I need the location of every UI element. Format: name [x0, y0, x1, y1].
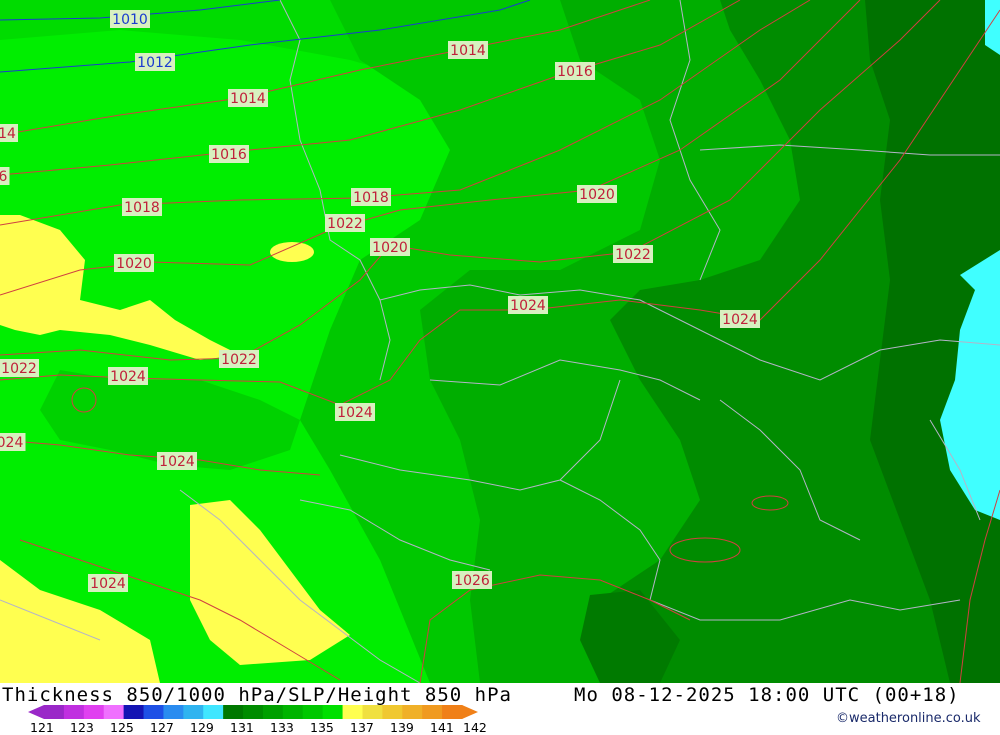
isobar-label: 1022 [219, 350, 259, 368]
isobar-label: 1018 [122, 198, 162, 216]
valid-time: Mo 08-12-2025 18:00 UTC (00+18) [574, 684, 960, 706]
legend-swatch [183, 705, 204, 719]
legend-swatch [262, 705, 284, 719]
isobar-label-text: 1022 [615, 247, 651, 263]
isobar-label-text: 1024 [110, 369, 146, 385]
legend-swatch [243, 705, 264, 719]
isobar-label-text: 1020 [579, 187, 615, 203]
isobar-label-text: 1024 [722, 312, 758, 328]
isobar-label-text: 1022 [327, 216, 363, 232]
legend-swatch [342, 705, 363, 719]
map-title: Thickness 850/1000 hPa/SLP/Height 850 hP… [2, 684, 512, 706]
legend-swatch [302, 705, 324, 719]
isobar-label-text: 1018 [353, 190, 389, 206]
isobar-label: 1024 [508, 296, 548, 314]
isobar-label-text: 1024 [90, 576, 126, 592]
isobar-label-text: 1012 [137, 55, 173, 71]
isobar-label: 1022 [325, 214, 365, 232]
isobar-label-text: 1022 [221, 352, 257, 368]
isobar-label-text: 024 [0, 435, 23, 451]
legend-swatch [103, 705, 125, 719]
isobar-label-text: 1014 [450, 43, 486, 59]
isobar-label: 1014 [228, 89, 268, 107]
isobar-label: 1020 [577, 185, 617, 203]
isobar-label: 1014 [448, 41, 488, 59]
isobar-label: 1024 [157, 452, 197, 470]
isobar-label-text: 1020 [116, 256, 152, 272]
isobar-label-text: 1026 [454, 573, 490, 589]
legend-swatch [44, 705, 65, 719]
isobar-label: 1020 [114, 254, 154, 272]
legend-color-bar [28, 705, 478, 719]
isobar-label: 1020 [370, 238, 410, 256]
legend-swatch [163, 705, 184, 719]
isobar-label: 1024 [108, 367, 148, 385]
legend-swatch [422, 705, 443, 719]
isobar-label-text: 6 [0, 169, 8, 185]
isobar-label: 1016 [209, 145, 249, 163]
isobar-label: 1016 [555, 62, 595, 80]
legend-swatch [362, 705, 383, 719]
isobar-label-text: 1024 [337, 405, 373, 421]
legend-arrow-left [28, 705, 44, 719]
footer: Thickness 850/1000 hPa/SLP/Height 850 hP… [0, 683, 1000, 735]
thickness-area-yellow-spot [270, 242, 314, 262]
isobar-label-text: 1016 [211, 147, 247, 163]
isobar-label: 14 [0, 124, 18, 142]
isobar-label: 1012 [135, 53, 175, 71]
legend-swatch [322, 705, 344, 719]
legend-swatch [83, 705, 105, 719]
legend-swatch [143, 705, 164, 719]
isobar-label: 1010 [110, 10, 150, 28]
isobar-label-text: 1014 [230, 91, 266, 107]
isobar-label: 6 [0, 167, 10, 185]
legend-swatch [63, 705, 85, 719]
legend-swatch [223, 705, 244, 719]
legend-swatch [123, 705, 145, 719]
legend-ticks: 121 123 125 127 129 131 133 135 137 139 141 142 [30, 720, 500, 735]
isobar-label: 1024 [720, 310, 760, 328]
weather-map: 1010 1012 1014 1016 1014 14 1016 6 1018 1018 1020 1… [0, 0, 1000, 683]
isobar-label-text: 1022 [1, 361, 37, 377]
isobar-label-text: 1024 [159, 454, 195, 470]
isobar-label-text: 1018 [124, 200, 160, 216]
isobar-label-text: 1020 [372, 240, 408, 256]
legend-swatch [382, 705, 403, 719]
legend-swatch [402, 705, 423, 719]
isobar-label-text: 1010 [112, 12, 148, 28]
isobar-label-text: 1016 [557, 64, 593, 80]
isobar-label: 1018 [351, 188, 391, 206]
isobar-label-text: 14 [0, 126, 16, 142]
isobar-label: 1022 [0, 359, 39, 377]
isobar-label: 024 [0, 433, 26, 451]
legend-swatch [203, 705, 224, 719]
legend-swatch [282, 705, 304, 719]
isobar-label: 1024 [335, 403, 375, 421]
legend-swatch [442, 705, 463, 719]
isobar-label: 1026 [452, 571, 492, 589]
isobar-label: 1024 [88, 574, 128, 592]
credit-text: ©weatheronline.co.uk [836, 711, 981, 726]
isobar-label: 1022 [613, 245, 653, 263]
isobar-label-text: 1024 [510, 298, 546, 314]
legend-arrow-right [462, 705, 478, 719]
